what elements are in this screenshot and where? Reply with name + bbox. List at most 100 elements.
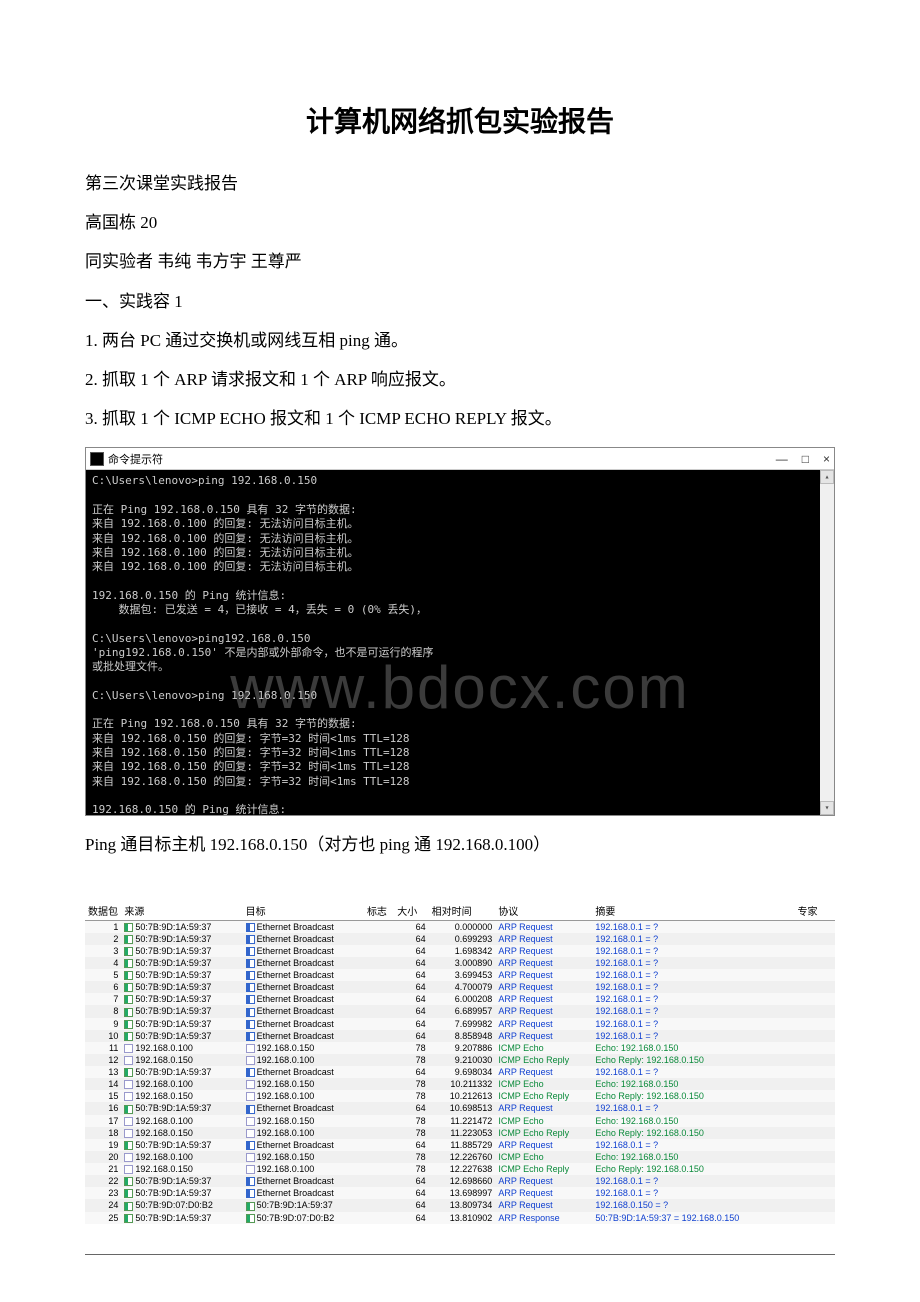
- table-row: 2450:7B:9D:07:D0:B250:7B:9D:1A:59:376413…: [85, 1199, 835, 1211]
- table-row: 21192.168.0.150192.168.0.1007812.227638I…: [85, 1163, 835, 1175]
- table-row: 950:7B:9D:1A:59:37Ethernet Broadcast647.…: [85, 1018, 835, 1030]
- table-header-cell: 摘要: [592, 901, 794, 921]
- addr-icon: [124, 983, 133, 992]
- paragraph: 一、实践容 1: [85, 288, 835, 315]
- table-header-cell: 相对时间: [429, 901, 496, 921]
- paragraph: 同实验者 韦纯 韦方宇 王尊严: [85, 248, 835, 275]
- scroll-up-icon: ▴: [820, 470, 834, 484]
- cmd-line: 数据包: 已发送 = 4，已接收 = 4，丢失 = 0 (0% 丢失)，: [92, 603, 828, 617]
- table-row: 2350:7B:9D:1A:59:37Ethernet Broadcast641…: [85, 1187, 835, 1199]
- paragraph: 3. 抓取 1 个 ICMP ECHO 报文和 1 个 ICMP ECHO RE…: [85, 405, 835, 432]
- cmd-line: 192.168.0.150 的 Ping 统计信息:: [92, 803, 828, 815]
- table-row: 1350:7B:9D:1A:59:37Ethernet Broadcast649…: [85, 1066, 835, 1078]
- cmd-line: C:\Users\lenovo>ping 192.168.0.150: [92, 474, 828, 488]
- addr-icon: [246, 923, 255, 932]
- paragraph: Ping 通目标主机 192.168.0.150（对方也 ping 通 192.…: [85, 831, 835, 858]
- cmd-line: 正在 Ping 192.168.0.150 具有 32 字节的数据:: [92, 717, 828, 731]
- table-header-cell: 大小: [394, 901, 428, 921]
- addr-icon: [246, 1044, 255, 1053]
- maximize-button: □: [802, 452, 809, 466]
- table-row: 550:7B:9D:1A:59:37Ethernet Broadcast643.…: [85, 969, 835, 981]
- addr-icon: [124, 959, 133, 968]
- addr-icon: [124, 1008, 133, 1017]
- table-row: 2550:7B:9D:1A:59:3750:7B:9D:07:D0:B26413…: [85, 1212, 835, 1224]
- addr-icon: [124, 923, 133, 932]
- addr-icon: [124, 1032, 133, 1041]
- cmd-line: [92, 574, 828, 588]
- addr-icon: [124, 1092, 133, 1101]
- cmd-screenshot: 命令提示符 — □ × C:\Users\lenovo>ping 192.168…: [85, 447, 835, 816]
- addr-icon: [246, 1202, 255, 1211]
- addr-icon: [246, 1092, 255, 1101]
- addr-icon: [124, 1202, 133, 1211]
- addr-icon: [246, 1129, 255, 1138]
- cmd-line: 来自 192.168.0.100 的回复: 无法访问目标主机。: [92, 560, 828, 574]
- addr-icon: [124, 1056, 133, 1065]
- table-row: 750:7B:9D:1A:59:37Ethernet Broadcast646.…: [85, 993, 835, 1005]
- cmd-line: [92, 703, 828, 717]
- document-title: 计算机网络抓包实验报告: [85, 100, 835, 140]
- addr-icon: [246, 947, 255, 956]
- cmd-line: [92, 489, 828, 503]
- addr-icon: [124, 1105, 133, 1114]
- cmd-title: 命令提示符: [108, 451, 163, 467]
- packet-table: 数据包来源目标标志大小相对时间协议摘要专家 150:7B:9D:1A:59:37…: [85, 901, 835, 1224]
- table-row: 1950:7B:9D:1A:59:37Ethernet Broadcast641…: [85, 1139, 835, 1151]
- table-header-cell: 来源: [121, 901, 242, 921]
- addr-icon: [124, 995, 133, 1004]
- table-row: 20192.168.0.100192.168.0.1507812.226760I…: [85, 1151, 835, 1163]
- addr-icon: [246, 959, 255, 968]
- cmd-icon: [90, 452, 104, 466]
- table-row: 1650:7B:9D:1A:59:37Ethernet Broadcast641…: [85, 1102, 835, 1114]
- close-button: ×: [823, 452, 830, 466]
- cmd-line: C:\Users\lenovo>ping192.168.0.150: [92, 632, 828, 646]
- cmd-titlebar: 命令提示符 — □ ×: [86, 448, 834, 470]
- table-row: 250:7B:9D:1A:59:37Ethernet Broadcast640.…: [85, 933, 835, 945]
- table-row: 12192.168.0.150192.168.0.100789.210030IC…: [85, 1054, 835, 1066]
- addr-icon: [124, 1141, 133, 1150]
- table-header-cell: 数据包: [85, 901, 121, 921]
- addr-icon: [124, 1080, 133, 1089]
- cmd-line: 来自 192.168.0.150 的回复: 字节=32 时间<1ms TTL=1…: [92, 732, 828, 746]
- table-row: 650:7B:9D:1A:59:37Ethernet Broadcast644.…: [85, 981, 835, 993]
- addr-icon: [246, 1141, 255, 1150]
- table-row: 1050:7B:9D:1A:59:37Ethernet Broadcast648…: [85, 1030, 835, 1042]
- cmd-line: [92, 674, 828, 688]
- table-row: 2250:7B:9D:1A:59:37Ethernet Broadcast641…: [85, 1175, 835, 1187]
- cmd-line: 来自 192.168.0.150 的回复: 字节=32 时间<1ms TTL=1…: [92, 746, 828, 760]
- table-header-cell: 标志: [364, 901, 394, 921]
- addr-icon: [246, 983, 255, 992]
- addr-icon: [246, 1117, 255, 1126]
- table-row: 14192.168.0.100192.168.0.1507810.211332I…: [85, 1078, 835, 1090]
- addr-icon: [124, 935, 133, 944]
- cmd-line: 来自 192.168.0.100 的回复: 无法访问目标主机。: [92, 517, 828, 531]
- addr-icon: [124, 971, 133, 980]
- cmd-line: [92, 617, 828, 631]
- addr-icon: [124, 1117, 133, 1126]
- addr-icon: [246, 1020, 255, 1029]
- table-row: 18192.168.0.150192.168.0.1007811.223053I…: [85, 1127, 835, 1139]
- paragraph: 2. 抓取 1 个 ARP 请求报文和 1 个 ARP 响应报文。: [85, 366, 835, 393]
- scroll-down-icon: ▾: [820, 801, 834, 815]
- table-header-cell: 协议: [495, 901, 592, 921]
- cmd-line: C:\Users\lenovo>ping 192.168.0.150: [92, 689, 828, 703]
- addr-icon: [246, 1080, 255, 1089]
- cmd-line: 或批处理文件。: [92, 660, 828, 674]
- cmd-scrollbar: ▴ ▾: [820, 470, 834, 815]
- addr-icon: [124, 1044, 133, 1053]
- addr-icon: [124, 1189, 133, 1198]
- cmd-line: [92, 789, 828, 803]
- addr-icon: [124, 1214, 133, 1223]
- table-row: 450:7B:9D:1A:59:37Ethernet Broadcast643.…: [85, 957, 835, 969]
- table-row: 15192.168.0.150192.168.0.1007810.212613I…: [85, 1090, 835, 1102]
- addr-icon: [246, 1214, 255, 1223]
- addr-icon: [246, 1032, 255, 1041]
- table-row: 150:7B:9D:1A:59:37Ethernet Broadcast640.…: [85, 920, 835, 933]
- cmd-line: 192.168.0.150 的 Ping 统计信息:: [92, 589, 828, 603]
- addr-icon: [246, 1165, 255, 1174]
- cmd-line: 'ping192.168.0.150' 不是内部或外部命令，也不是可运行的程序: [92, 646, 828, 660]
- addr-icon: [124, 1153, 133, 1162]
- table-row: 11192.168.0.100192.168.0.150789.207886IC…: [85, 1042, 835, 1054]
- cmd-line: 来自 192.168.0.100 的回复: 无法访问目标主机。: [92, 546, 828, 560]
- cmd-line: 来自 192.168.0.100 的回复: 无法访问目标主机。: [92, 532, 828, 546]
